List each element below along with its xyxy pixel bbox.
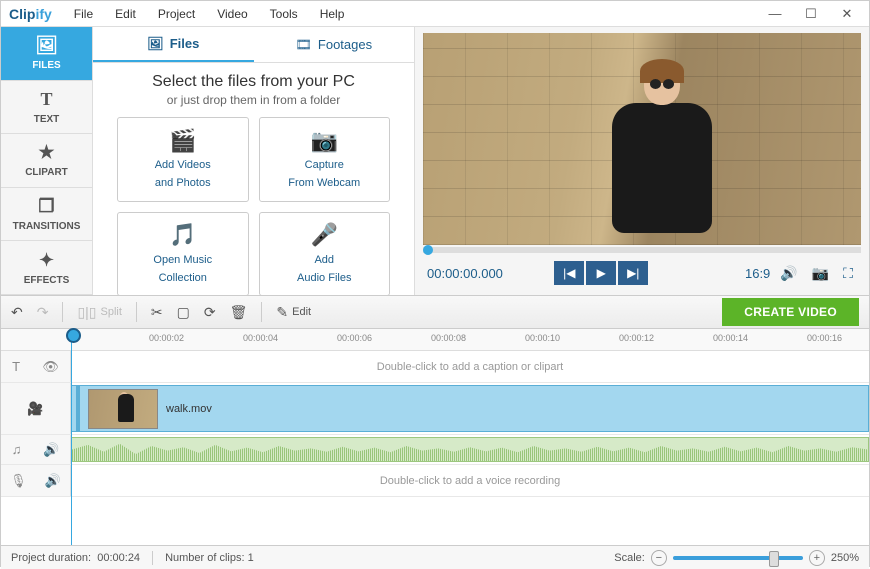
video-track: 🎥 walk.mov <box>1 383 869 435</box>
open-music-button[interactable]: 🎵 Open Music Collection <box>117 212 249 297</box>
menu-edit[interactable]: Edit <box>105 3 146 25</box>
minimize-button[interactable]: — <box>761 4 789 24</box>
files-panel: 🖼 Files 🎞 Footages Select the files from… <box>93 27 415 295</box>
preview-seek-slider[interactable] <box>423 247 861 253</box>
capture-webcam-button[interactable]: 📷 Capture From Webcam <box>259 117 391 202</box>
menu-help[interactable]: Help <box>310 3 355 25</box>
fullscreen-icon[interactable]: ⛶ <box>839 265 857 282</box>
add-videos-photos-button[interactable]: 🎬 Add Videos and Photos <box>117 117 249 202</box>
sidebar-label: FILES <box>32 60 60 71</box>
menu-video[interactable]: Video <box>207 3 257 25</box>
audio-track: ♫🔊 <box>1 435 869 465</box>
menu-bar: Clipify File Edit Project Video Tools He… <box>1 1 869 27</box>
menu-file[interactable]: File <box>64 3 103 25</box>
sidebar-label: CLIPART <box>25 167 68 178</box>
video-track-body[interactable]: walk.mov <box>71 383 869 434</box>
star-icon: ★ <box>38 142 54 163</box>
timecode: 00:00:00.000 <box>427 266 503 281</box>
video-track-icon[interactable]: 🎥 <box>27 401 43 417</box>
caption-track-body[interactable]: Double-click to add a caption or clipart <box>71 351 869 382</box>
clip-filename: walk.mov <box>166 403 212 415</box>
transitions-icon: ❐ <box>38 196 54 217</box>
add-audio-button[interactable]: 🎤 Add Audio Files <box>259 212 391 297</box>
sidebar-label: TRANSITIONS <box>13 221 81 232</box>
timeline-ruler[interactable]: 00:00:02 00:00:04 00:00:06 00:00:08 00:0… <box>1 329 869 351</box>
sidebar-item-files[interactable]: 🖼 FILES <box>1 27 92 81</box>
mic-track-icon[interactable]: 🎙 <box>10 473 27 489</box>
menu-tools[interactable]: Tools <box>260 3 308 25</box>
image-icon: 🖼 <box>147 36 164 52</box>
music-icon: 🎵 <box>169 223 196 249</box>
visibility-icon[interactable]: 👁 <box>42 359 59 375</box>
create-video-button[interactable]: CREATE VIDEO <box>722 298 859 326</box>
sidebar: 🖼 FILES T TEXT ★ CLIPART ❐ TRANSITIONS ✦… <box>1 27 93 295</box>
preview-video[interactable] <box>423 33 861 245</box>
text-icon: T <box>40 89 52 110</box>
scale-value: 250% <box>831 552 859 564</box>
preview-area: 00:00:00.000 |◀ ▶ ▶| 16:9 🔊 📷 ⛶ <box>415 27 869 295</box>
close-button[interactable]: ✕ <box>833 4 861 24</box>
sidebar-item-clipart[interactable]: ★ CLIPART <box>1 134 92 188</box>
tab-footages[interactable]: 🎞 Footages <box>254 27 415 62</box>
panel-subtitle: or just drop them in from a folder <box>105 93 402 107</box>
redo-button[interactable]: ↷ <box>37 304 49 321</box>
snapshot-icon[interactable]: 📷 <box>808 265 833 282</box>
video-clip[interactable]: walk.mov <box>71 385 869 432</box>
music-track-icon[interactable]: ♫ <box>12 442 22 457</box>
audio-clip[interactable] <box>71 437 869 462</box>
voice-track-body[interactable]: Double-click to add a voice recording <box>71 465 869 496</box>
clip-thumbnail <box>88 389 158 429</box>
video-subject <box>607 63 717 245</box>
image-icon: 🖼 <box>35 35 58 56</box>
next-frame-button[interactable]: ▶| <box>618 261 648 285</box>
zoom-slider[interactable] <box>673 556 803 560</box>
clip-count-label: Number of clips: 1 <box>165 552 254 564</box>
sidebar-label: TEXT <box>34 114 60 125</box>
panel-title: Select the files from your PC <box>105 73 402 91</box>
aspect-ratio[interactable]: 16:9 <box>745 266 770 281</box>
play-button[interactable]: ▶ <box>586 261 616 285</box>
text-track-icon[interactable]: T <box>12 359 20 374</box>
undo-button[interactable]: ↶ <box>11 304 23 321</box>
scale-label: Scale: <box>614 552 645 564</box>
film-icon: 🎞 <box>295 37 312 53</box>
volume-icon[interactable]: 🔊 <box>776 265 801 282</box>
clapper-icon: 🎬 <box>169 128 196 154</box>
mute-icon[interactable]: 🔊 <box>45 473 61 489</box>
app-logo: Clipify <box>9 6 52 22</box>
project-duration-label: Project duration: 00:00:24 <box>11 552 140 564</box>
playhead[interactable] <box>71 329 72 545</box>
menu-project[interactable]: Project <box>148 3 205 25</box>
sidebar-label: EFFECTS <box>24 275 70 286</box>
zoom-out-button[interactable]: − <box>651 550 667 566</box>
effects-icon: ✦ <box>39 250 54 271</box>
maximize-button[interactable]: ☐ <box>797 4 825 24</box>
status-bar: Project duration: 00:00:24 Number of cli… <box>1 545 869 569</box>
main-menu: File Edit Project Video Tools Help <box>64 3 355 25</box>
webcam-icon: 📷 <box>311 128 338 154</box>
tab-files[interactable]: 🖼 Files <box>93 27 254 62</box>
mute-icon[interactable]: 🔊 <box>43 442 59 458</box>
caption-track: T 👁 Double-click to add a caption or clip… <box>1 351 869 383</box>
audio-track-body[interactable] <box>71 435 869 464</box>
window-controls: — ☐ ✕ <box>761 4 861 24</box>
sidebar-item-transitions[interactable]: ❐ TRANSITIONS <box>1 188 92 242</box>
sidebar-item-text[interactable]: T TEXT <box>1 81 92 135</box>
sidebar-item-effects[interactable]: ✦ EFFECTS <box>1 241 92 295</box>
mic-icon: 🎤 <box>311 223 338 249</box>
voice-track: 🎙 🔊 Double-click to add a voice recording <box>1 465 869 497</box>
timeline: 00:00:02 00:00:04 00:00:06 00:00:08 00:0… <box>1 329 869 545</box>
prev-frame-button[interactable]: |◀ <box>554 261 584 285</box>
zoom-in-button[interactable]: + <box>809 550 825 566</box>
